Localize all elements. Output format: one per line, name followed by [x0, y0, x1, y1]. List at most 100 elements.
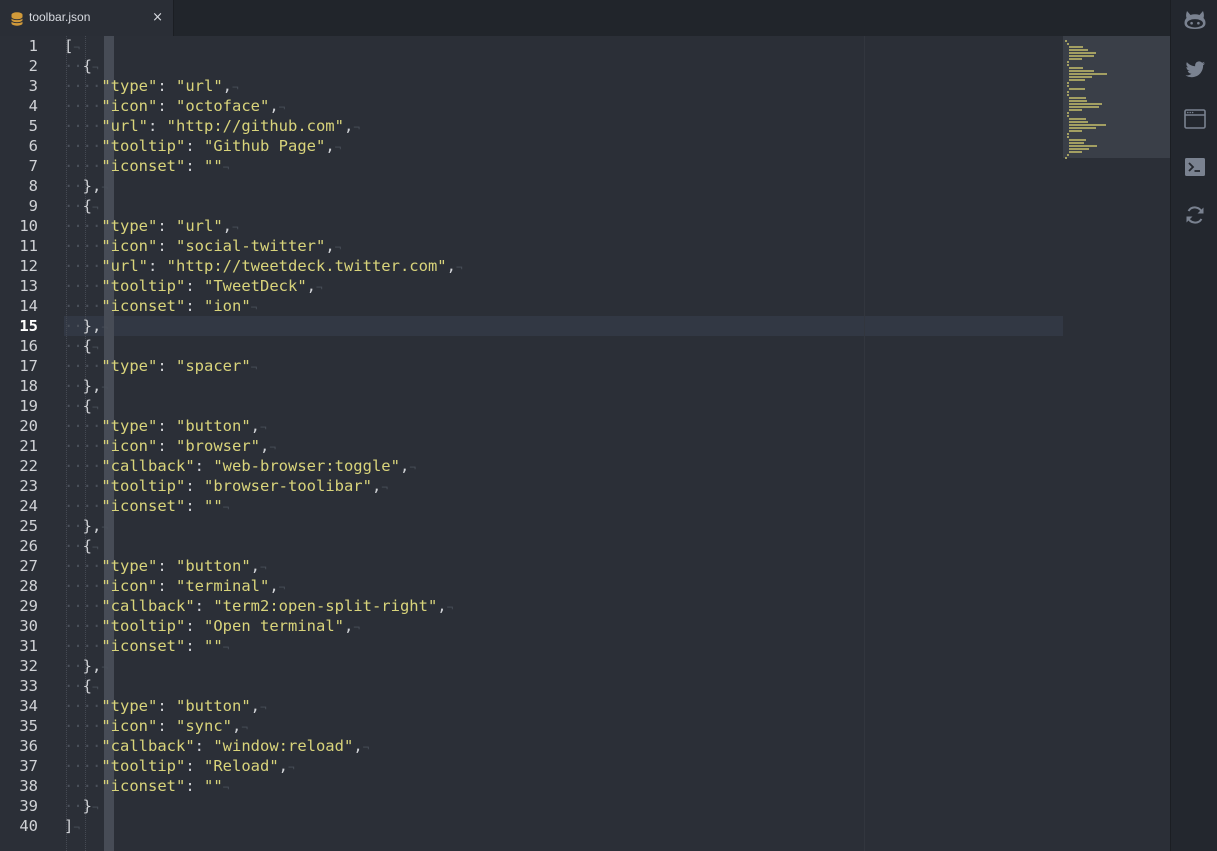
sync-button[interactable] [1182, 202, 1208, 228]
code-line[interactable]: ····"callback": "web-browser:toggle",¬ [64, 456, 416, 476]
line-number[interactable]: 11 [0, 236, 38, 256]
code-line[interactable]: ····"icon": "browser",¬ [64, 436, 276, 456]
line-number[interactable]: 24 [0, 496, 38, 516]
minimap-line [1067, 91, 1069, 93]
code-line[interactable]: ····"type": "button",¬ [64, 556, 267, 576]
code-line[interactable]: ··}¬ [64, 796, 99, 816]
text-editor[interactable]: 1 2 3 4 5 6 7 8 9 10 11 12 13 14 15 16 17 18 19 20 21 22 23 24 2… [0, 36, 1170, 851]
line-number[interactable]: 23 [0, 476, 38, 496]
line-number[interactable]: 14 [0, 296, 38, 316]
line-number[interactable]: 10 [0, 216, 38, 236]
code-line[interactable]: ····"iconset": "ion"¬ [64, 296, 257, 316]
line-number[interactable]: 5 [0, 116, 38, 136]
line-number[interactable]: 36 [0, 736, 38, 756]
code-line[interactable]: ····"url": "http://github.com",¬ [64, 116, 360, 136]
line-number[interactable]: 17 [0, 356, 38, 376]
code-line[interactable]: ····"type": "url",¬ [64, 216, 239, 236]
line-number[interactable]: 35 [0, 716, 38, 736]
line-number[interactable]: 40 [0, 816, 38, 836]
code-line[interactable]: ····"tooltip": "TweetDeck",¬ [64, 276, 323, 296]
code-line[interactable]: ··{¬ [64, 676, 99, 696]
line-number[interactable]: 1 [0, 36, 38, 56]
code-line[interactable]: ··{¬ [64, 536, 99, 556]
line-number[interactable]: 19 [0, 396, 38, 416]
twitter-button[interactable] [1182, 57, 1208, 83]
minimap-line [1069, 70, 1094, 72]
line-number[interactable]: 39 [0, 796, 38, 816]
line-number[interactable]: 4 [0, 96, 38, 116]
code-line[interactable]: ····"icon": "sync",¬ [64, 716, 248, 736]
code-line[interactable]: ····"tooltip": "Reload",¬ [64, 756, 295, 776]
code-line[interactable]: ····"iconset": ""¬ [64, 156, 229, 176]
line-number[interactable]: 3 [0, 76, 38, 96]
code-line[interactable]: ····"icon": "terminal",¬ [64, 576, 285, 596]
code-line[interactable]: ····"iconset": ""¬ [64, 496, 229, 516]
minimap-line [1069, 55, 1094, 57]
code-line[interactable]: ····"type": "button",¬ [64, 696, 267, 716]
code-line[interactable]: ····"tooltip": "Open terminal",¬ [64, 616, 360, 636]
line-number[interactable]: 28 [0, 576, 38, 596]
line-number[interactable]: 34 [0, 696, 38, 716]
code-line[interactable]: [¬ [64, 36, 80, 56]
code-line[interactable]: ····"type": "spacer"¬ [64, 356, 257, 376]
github-octoface-button[interactable] [1182, 7, 1208, 33]
line-number[interactable]: 16 [0, 336, 38, 356]
line-number[interactable]: 7 [0, 156, 38, 176]
code-line[interactable]: ··{¬ [64, 396, 99, 416]
minimap-line [1069, 109, 1082, 111]
line-number[interactable]: 8 [0, 176, 38, 196]
close-icon[interactable]: × [152, 9, 163, 27]
line-number[interactable]: 21 [0, 436, 38, 456]
line-number[interactable]: 27 [0, 556, 38, 576]
code-line[interactable]: ····"callback": "window:reload",¬ [64, 736, 369, 756]
terminal-button[interactable] [1182, 154, 1208, 180]
minimap-line [1069, 148, 1089, 150]
code-line[interactable]: ····"icon": "octoface",¬ [64, 96, 285, 116]
line-number[interactable]: 25 [0, 516, 38, 536]
code-line[interactable]: ··},¬ [64, 516, 108, 536]
code-line[interactable]: ····"icon": "social-twitter",¬ [64, 236, 341, 256]
code-line[interactable]: ····"tooltip": "Github Page",¬ [64, 136, 341, 156]
minimap-line [1069, 139, 1086, 141]
code-line[interactable]: ··{¬ [64, 196, 99, 216]
code-line[interactable]: ··},¬ [64, 316, 108, 336]
code-line[interactable]: ··},¬ [64, 376, 108, 396]
tab-toolbar-json[interactable]: toolbar.json × [0, 0, 174, 36]
code-line[interactable]: ····"type": "button",¬ [64, 416, 267, 436]
line-number[interactable]: 37 [0, 756, 38, 776]
code-line[interactable]: ····"callback": "term2:open-split-right"… [64, 596, 453, 616]
code-line[interactable]: ]¬ [64, 816, 80, 836]
code-line[interactable]: ··},¬ [64, 176, 108, 196]
line-number[interactable]: 13 [0, 276, 38, 296]
line-number[interactable]: 29 [0, 596, 38, 616]
minimap[interactable] [1063, 36, 1170, 851]
code-line[interactable]: ····"url": "http://tweetdeck.twitter.com… [64, 256, 463, 276]
minimap-line [1069, 127, 1096, 129]
code-line[interactable]: ····"iconset": ""¬ [64, 636, 229, 656]
browser-button[interactable] [1182, 106, 1208, 132]
line-number[interactable]: 26 [0, 536, 38, 556]
line-number[interactable]: 31 [0, 636, 38, 656]
code-line[interactable]: ··{¬ [64, 56, 99, 76]
code-line[interactable]: ····"tooltip": "browser-toolibar",¬ [64, 476, 388, 496]
line-number[interactable]: 38 [0, 776, 38, 796]
line-number[interactable]: 12 [0, 256, 38, 276]
line-number[interactable]: 22 [0, 456, 38, 476]
minimap-line [1069, 124, 1106, 126]
code-line[interactable]: ····"type": "url",¬ [64, 76, 239, 96]
code-line[interactable]: ····"iconset": ""¬ [64, 776, 229, 796]
code-line[interactable]: ··},¬ [64, 656, 108, 676]
line-number[interactable]: 2 [0, 56, 38, 76]
minimap-line [1069, 118, 1086, 120]
line-number[interactable]: 6 [0, 136, 38, 156]
line-number[interactable]: 15 [0, 316, 38, 336]
code-line[interactable]: ··{¬ [64, 336, 99, 356]
line-number[interactable]: 9 [0, 196, 38, 216]
line-number[interactable]: 20 [0, 416, 38, 436]
line-number[interactable]: 30 [0, 616, 38, 636]
line-number[interactable]: 32 [0, 656, 38, 676]
line-number-gutter[interactable]: 1 2 3 4 5 6 7 8 9 10 11 12 13 14 15 16 17 18 19 20 21 22 23 24 2… [0, 36, 54, 851]
line-number[interactable]: 18 [0, 376, 38, 396]
line-number[interactable]: 33 [0, 676, 38, 696]
code-lines[interactable]: [¬ ··{¬ ····"type": "url",¬ ····"icon": "oc… [64, 36, 1064, 851]
